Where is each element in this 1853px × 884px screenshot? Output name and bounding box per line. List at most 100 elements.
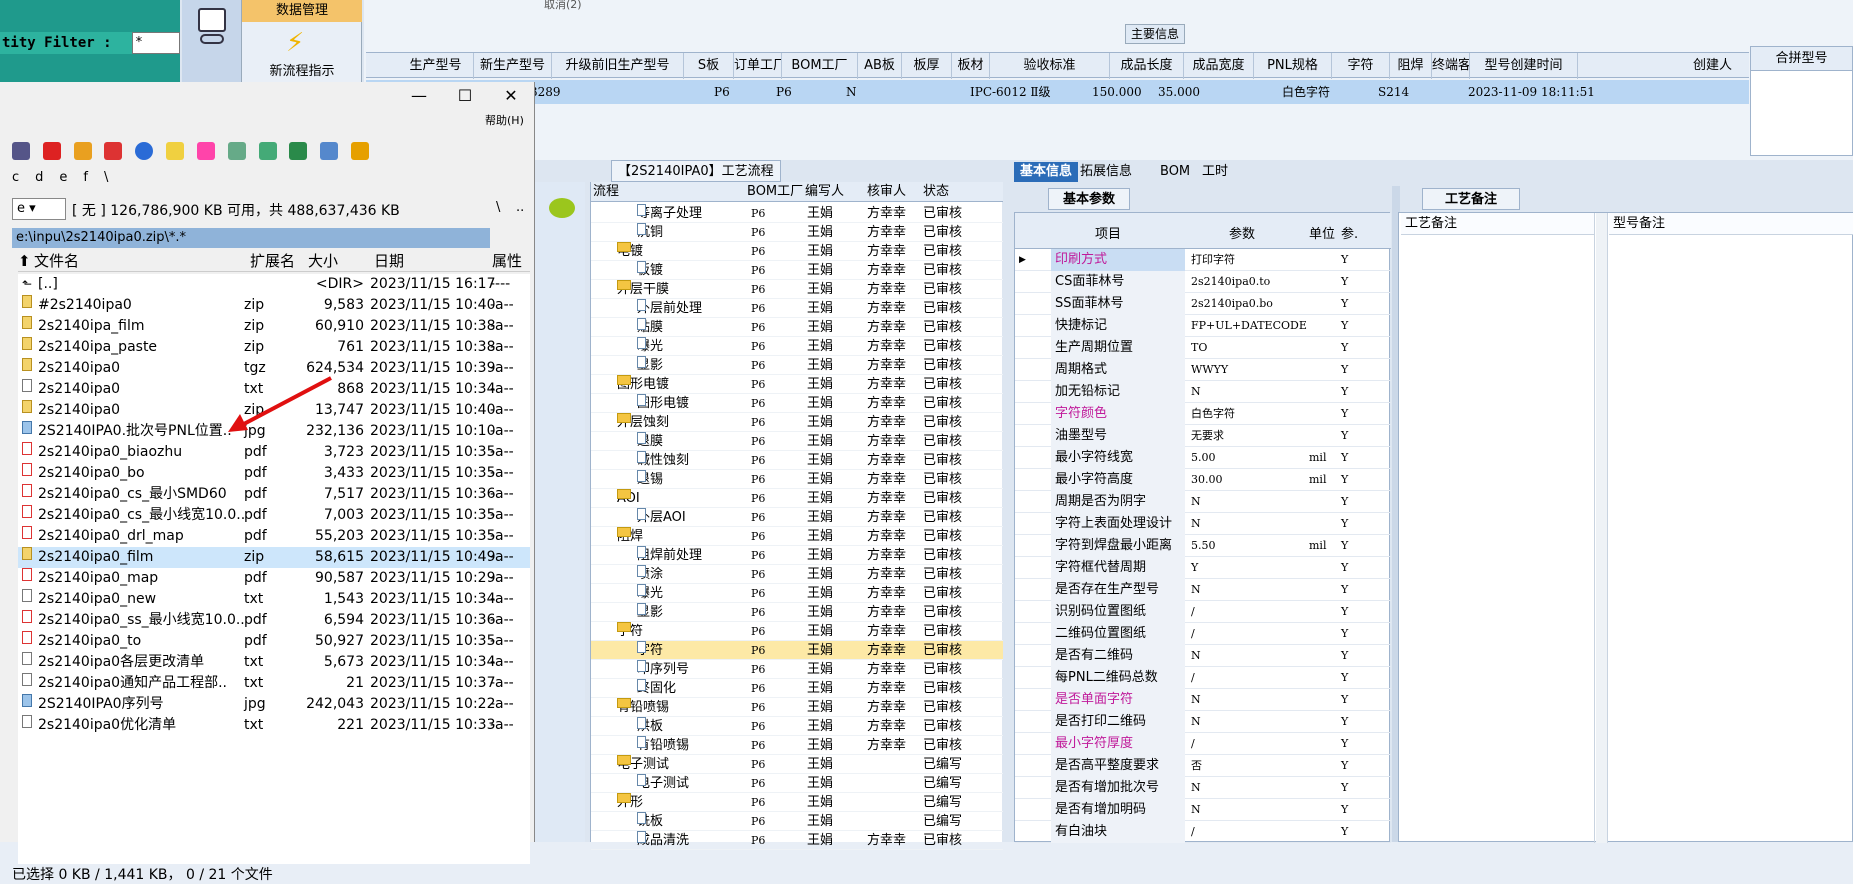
process-row[interactable]: 沉铜 P6 王娟 方幸幸 已审核 [591,223,1003,242]
grid-col-header[interactable]: 验收标准 [990,53,1110,79]
grid-col-header[interactable]: 阻焊 [1390,53,1432,79]
nav-new-process[interactable]: 新流程指示 [242,60,362,79]
param-row[interactable]: 是否高平整度要求否 Y [1015,755,1391,777]
root-button[interactable]: \ [496,200,500,215]
file-row[interactable]: ⬑ [..] <DIR> 2023/11/15 16:17 ---- [18,274,530,295]
process-row[interactable]: 外形 P6 王娟 已编写 [591,793,1003,812]
file-row[interactable]: 2s2140ipa0_cs_最小线宽10.0.. pdf 7,003 2023/11/… [18,505,530,526]
grid-col-header[interactable]: 板厚 [902,53,952,79]
tab-craft-notes[interactable]: 工艺备注 [1422,188,1521,210]
param-row[interactable]: 二维码位置图纸 / Y [1015,623,1391,645]
process-row[interactable]: 字符 P6 王娟 方幸幸 已审核 [591,641,1003,660]
param-row[interactable]: 周期格式 WWYY Y [1015,359,1391,381]
grid-col-header[interactable]: 成品宽度 [1184,53,1254,79]
process-row[interactable]: 电子测试 P6 王娟 已编写 [591,755,1003,774]
process-row[interactable]: 外层AOI P6 王娟 方幸幸 已审核 [591,508,1003,527]
right-tab[interactable]: BOM [1154,162,1196,182]
process-row[interactable]: 有铅喷锡 P6 王娟 方幸幸 已审核 [591,736,1003,755]
param-row[interactable]: 油墨型号 无要求 Y [1015,425,1391,447]
col-name[interactable]: 文件名 [34,250,79,272]
param-row[interactable]: CS面菲林号 2s2140ipa0.to Y [1015,271,1391,293]
delete-icon[interactable] [42,142,61,160]
drive-select[interactable]: e ▾ [12,198,66,220]
process-row[interactable]: 喷涂 P6 王娟 方幸幸 已审核 [591,565,1003,584]
process-row[interactable]: 退膜 P6 王娟 方幸幸 已审核 [591,432,1003,451]
param-row[interactable]: 字符框代替周期 Y Y [1015,557,1391,579]
process-row[interactable]: 烘板 P6 王娟 方幸幸 已审核 [591,717,1003,736]
grid-col-header[interactable]: AB板 [858,53,902,79]
grid-data-row[interactable]: 3289 P6 P6 N IPC-6012 Ⅱ级 150.000 35.000 白色字符 S21… [366,80,1749,104]
param-row[interactable]: 是否有增加批次号 N Y [1015,777,1391,799]
file-row[interactable]: 2s2140ipa0_new txt 1,543 2023/11/15 10:34 -a… [18,589,530,610]
param-row[interactable]: 字符上表面处理设计 N Y [1015,513,1391,535]
file-row[interactable]: 2s2140ipa_paste zip 761 2023/11/15 10:38 -a-… [18,337,530,358]
process-row[interactable]: 铣板 P6 王娟 已编写 [591,812,1003,831]
nav-data-management[interactable]: 数据管理 [242,0,362,22]
file-row[interactable]: 2S2140IPA0序列号 jpg 242,043 2023/11/15 10:22-… [18,694,530,715]
process-col-header[interactable]: 状态 [923,182,949,202]
process-row[interactable]: 有铅喷锡 P6 王娟 方幸幸 已审核 [591,698,1003,717]
grid-col-header[interactable]: 板材 [952,53,990,79]
pdf-icon[interactable] [104,142,123,160]
maximize-icon[interactable]: ☐ [450,86,480,105]
process-row[interactable]: 字符 P6 王娟 方幸幸 已审核 [591,622,1003,641]
tab-basic-params[interactable]: 基本参数 [1048,188,1131,210]
right-tab[interactable]: 基本信息 [1014,162,1079,182]
drive-button[interactable]: c [12,170,19,185]
file-row[interactable]: 2s2140ipa0_map pdf 90,587 2023/11/15 10:29-… [18,568,530,589]
param-row[interactable]: 是否有增加明码 N Y [1015,799,1391,821]
grid-col-header[interactable]: 新生产型号 [474,53,552,79]
param-row[interactable]: 是否打印二维码 N Y [1015,711,1391,733]
grid-col-header[interactable]: BOM工厂 [782,53,858,79]
craft-scroll-gutter[interactable] [1596,213,1608,843]
grid-col-header[interactable]: S板 [684,53,734,79]
grid-col-header[interactable]: 终端客户代码 [1432,53,1470,79]
tools-icon-panel[interactable] [182,0,242,82]
grid-col-header[interactable]: 成品长度 [1110,53,1184,79]
param-row[interactable]: 最小字符厚度 / Y [1015,733,1391,755]
process-row[interactable]: 成品清洗 P6 王娟 方幸幸 已审核 [591,831,1003,850]
minimize-icon[interactable]: — [404,86,434,105]
grid-col-header[interactable]: 生产型号 [398,53,474,79]
file-row[interactable]: 2s2140ipa0各层更改清单 txt 5,673 2023/11/15 10:34… [18,652,530,673]
model-notes-column[interactable]: 型号备注 [1609,213,1853,843]
process-row[interactable]: 印序列号 P6 王娟 方幸幸 已审核 [591,660,1003,679]
excel-icon[interactable] [289,142,308,160]
col-ext[interactable]: 扩展名 [250,250,295,272]
parent-button[interactable]: .. [516,200,524,215]
process-row[interactable]: 退锡 P6 王娟 方幸幸 已审核 [591,470,1003,489]
help-menu[interactable]: 帮助(H) [485,112,524,128]
process-row[interactable]: 阻焊前处理 P6 王娟 方幸幸 已审核 [591,546,1003,565]
param-row[interactable]: 每PNL二维码总数 / Y [1015,667,1391,689]
process-row[interactable]: 曝光 P6 王娟 方幸幸 已审核 [591,584,1003,603]
process-row[interactable]: 图形电镀 P6 王娟 方幸幸 已审核 [591,394,1003,413]
file-row[interactable]: 2s2140ipa0_cs_最小SMD60 pdf 7,517 2023/11/15 … [18,484,530,505]
grid-col-header[interactable]: PNL规格 [1254,53,1332,79]
file-row[interactable]: 2s2140ipa_film zip 60,910 2023/11/15 10:38-… [18,316,530,337]
close-icon[interactable]: ✕ [496,86,526,105]
param-row[interactable]: ▶ 印刷方式 打印字符 Y [1015,249,1391,271]
network-icon[interactable] [12,142,30,160]
param-row[interactable]: SS面菲林号 2s2140ipa0.bo Y [1015,293,1391,315]
grid-col-header[interactable]: 订单工厂 [734,53,782,79]
process-row[interactable]: 曝光 P6 王娟 方幸幸 已审核 [591,337,1003,356]
file-row[interactable]: 2s2140ipa0优化清单 txt 221 2023/11/15 10:33 -a-- [18,715,530,736]
sort-up-icon[interactable]: ⬆ [18,250,31,272]
process-row[interactable]: 显影 P6 王娟 方幸幸 已审核 [591,603,1003,622]
process-col-header[interactable]: 核审人 [867,182,906,202]
file-row[interactable]: 2s2140ipa0通知产品工程部.. txt 21 2023/11/15 10:37… [18,673,530,694]
filter-input[interactable]: * [132,32,180,54]
process-row[interactable]: 贴膜 P6 王娟 方幸幸 已审核 [591,318,1003,337]
view-icon[interactable] [227,142,246,160]
col-date[interactable]: 日期 [374,250,404,272]
drive-button[interactable]: \ [104,170,108,185]
process-col-header[interactable]: 编写人 [805,182,844,202]
process-row[interactable]: 图形电镀 P6 王娟 方幸幸 已审核 [591,375,1003,394]
process-row[interactable]: 板镀 P6 王娟 方幸幸 已审核 [591,261,1003,280]
nav-module-panel[interactable]: 数据管理 ⚡ 新流程指示 [242,0,362,82]
param-row[interactable]: 字符到焊盘最小距离 5.50 mil Y [1015,535,1391,557]
process-row[interactable]: 阻焊 P6 王娟 方幸幸 已审核 [591,527,1003,546]
param-row[interactable]: 快捷标记 FP+UL+DATECODE Y [1015,315,1391,337]
right-tab[interactable]: 工时 [1196,162,1234,182]
tree-icon[interactable] [258,142,277,160]
